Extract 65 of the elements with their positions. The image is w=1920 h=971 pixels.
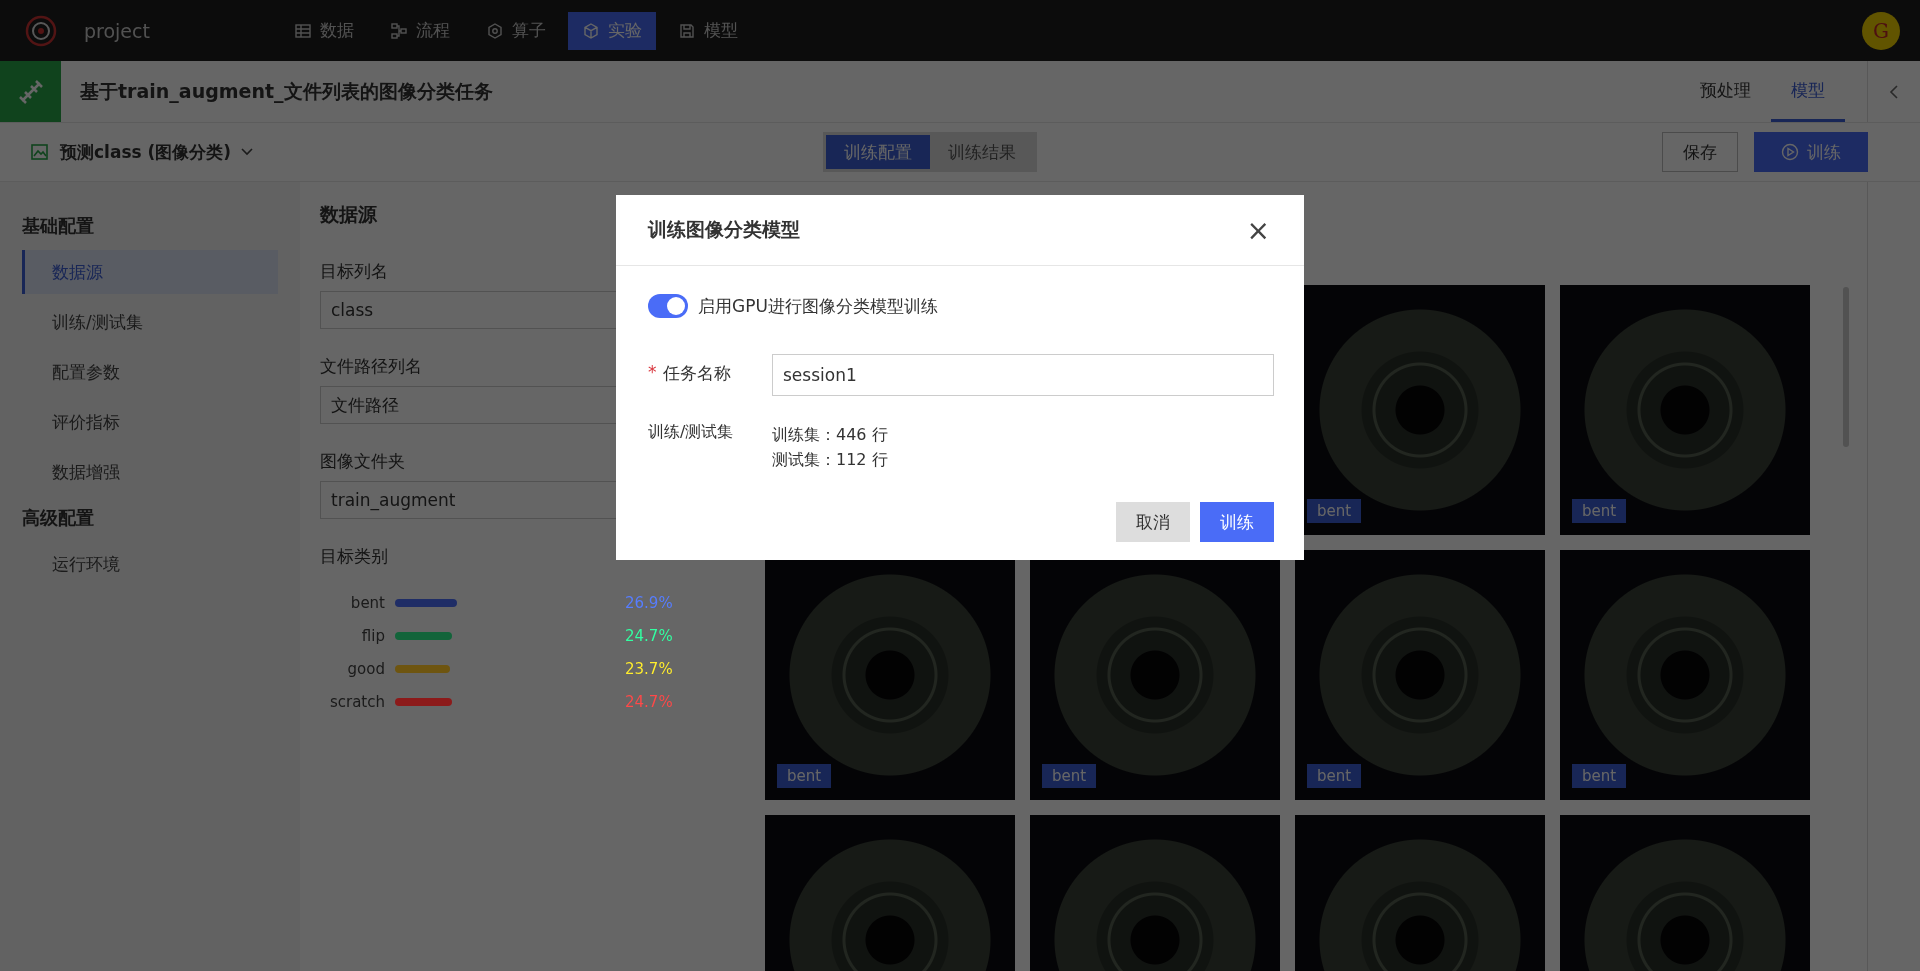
class-tag: bent xyxy=(1307,764,1362,788)
field-label: 任务名称 xyxy=(662,362,731,385)
sidebar-item[interactable]: 评价指标 xyxy=(22,400,278,444)
sidebar-item[interactable]: 数据增强 xyxy=(22,450,278,494)
train-button[interactable]: 训练 xyxy=(1200,502,1274,542)
class-name: flip xyxy=(360,626,386,645)
section-title: 数据源 xyxy=(320,202,378,227)
nav-icon xyxy=(581,21,600,40)
sidebar-item[interactable]: 配置参数 xyxy=(22,350,278,394)
class-name: good xyxy=(346,659,386,678)
task-name-field[interactable]: session1 xyxy=(772,354,1274,396)
class-percent: 23.7% xyxy=(625,659,674,678)
class-tag: bent xyxy=(777,764,832,788)
chevron-left-icon[interactable] xyxy=(1889,84,1899,99)
photo-placeholder[interactable]: bent xyxy=(1560,550,1810,800)
sidebar-item[interactable]: 训练/测试集 xyxy=(22,300,278,344)
field-label: 目标列名 xyxy=(320,260,388,283)
logo-icon xyxy=(24,13,58,48)
class-percent: 26.9% xyxy=(625,593,674,612)
field-label: 训练/测试集 xyxy=(648,422,735,443)
task-title: 基于train_augment_文件列表的图像分类任务 xyxy=(80,78,493,105)
model-select[interactable]: 预测class (图像分类) xyxy=(30,140,254,164)
field-label: 目标类别 xyxy=(320,545,388,568)
field-label: 图像文件夹 xyxy=(320,450,405,473)
class-percent: 24.7% xyxy=(625,626,674,645)
photo-placeholder[interactable]: bent xyxy=(1560,285,1810,535)
train-button[interactable]: 训练 xyxy=(1754,132,1868,172)
split-count: 训练集：446 行 xyxy=(772,424,888,446)
close-button[interactable]: × xyxy=(1242,213,1274,247)
save-button[interactable]: 保存 xyxy=(1662,132,1738,172)
required-mark: * xyxy=(648,362,657,384)
class-tag: bent xyxy=(1042,764,1097,788)
caret-icon xyxy=(241,148,254,156)
sidebar-item[interactable]: 运行环境 xyxy=(22,542,278,586)
nav-icon xyxy=(293,21,312,40)
sidebar-item[interactable]: 数据源 xyxy=(22,250,278,294)
photo-placeholder[interactable]: bent xyxy=(1295,550,1545,800)
cancel-button[interactable]: 取消 xyxy=(1116,502,1190,542)
class-percent: 24.7% xyxy=(625,692,674,711)
tab[interactable]: 预处理 xyxy=(1680,61,1771,122)
nav-item[interactable]: 实验 xyxy=(567,11,656,50)
class-tag: bent xyxy=(1572,764,1627,788)
view-tab[interactable]: 训练配置 xyxy=(826,135,930,169)
nav-item[interactable]: 算子 xyxy=(471,11,560,50)
class-tag: bent xyxy=(1572,499,1627,523)
dialog-title: 训练图像分类模型 xyxy=(648,217,800,242)
nav-icon xyxy=(485,21,504,40)
class-name: bent xyxy=(349,593,386,612)
play-icon xyxy=(1781,143,1799,161)
image-icon xyxy=(30,142,50,162)
gpu-toggle[interactable] xyxy=(648,294,688,318)
nav-item[interactable]: 数据 xyxy=(279,11,368,50)
user-avatar[interactable]: G xyxy=(1862,11,1900,50)
field-label: 文件路径列名 xyxy=(320,355,422,378)
tab[interactable]: 模型 xyxy=(1771,61,1845,122)
nav-icon xyxy=(677,21,696,40)
nav-item[interactable]: 流程 xyxy=(375,11,464,50)
class-name: scratch xyxy=(328,692,386,711)
class-tag: bent xyxy=(1307,499,1362,523)
nav-item[interactable]: 模型 xyxy=(663,11,752,50)
project-name: project xyxy=(84,19,150,42)
nav-icon xyxy=(389,21,408,40)
split-count: 测试集：112 行 xyxy=(772,449,888,471)
sidebar-group-title: 基础配置 xyxy=(22,214,95,238)
sidebar-group-title: 高级配置 xyxy=(22,506,95,530)
